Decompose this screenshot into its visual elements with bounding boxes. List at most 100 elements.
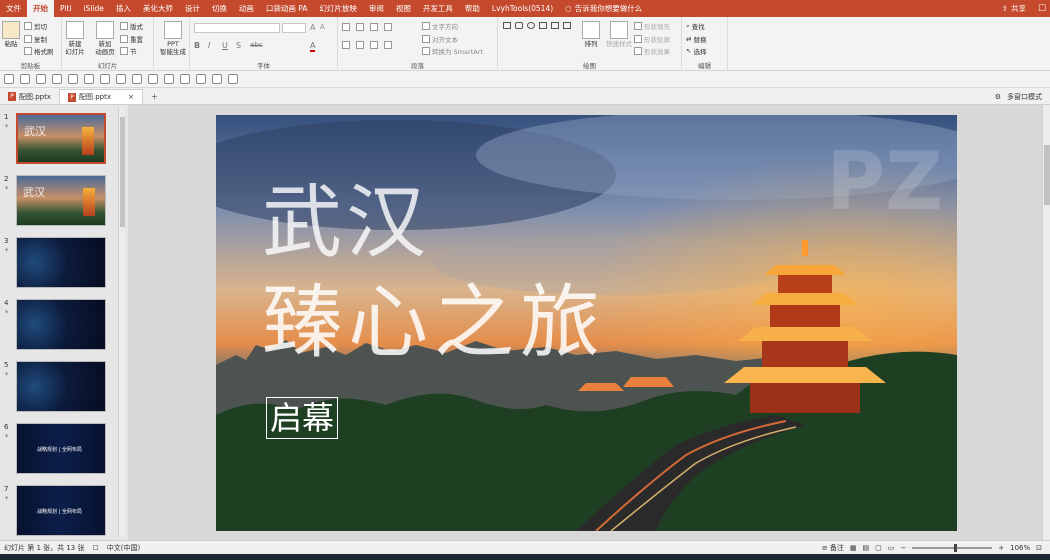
section-button[interactable]: 节 bbox=[120, 46, 137, 56]
zoom-in-icon[interactable]: + bbox=[998, 544, 1004, 552]
font-size-input[interactable] bbox=[282, 23, 306, 33]
distribute-icon[interactable] bbox=[116, 74, 126, 84]
redo-icon[interactable] bbox=[36, 74, 46, 84]
customize-qat-icon[interactable] bbox=[228, 74, 238, 84]
tab-developer[interactable]: 开发工具 bbox=[417, 0, 459, 17]
new-slide-button[interactable]: 新建 幻灯片 bbox=[64, 21, 86, 56]
ungroup-objects-icon[interactable] bbox=[148, 74, 158, 84]
format-painter-button[interactable]: 格式刷 bbox=[24, 46, 54, 56]
comments-icon[interactable]: ☐ bbox=[1034, 4, 1050, 14]
save-icon[interactable] bbox=[4, 74, 14, 84]
zoom-level[interactable]: 106% bbox=[1010, 544, 1030, 552]
zoom-slider-thumb[interactable] bbox=[954, 543, 958, 552]
align-center-objects-icon[interactable] bbox=[84, 74, 94, 84]
bold-button[interactable]: B bbox=[194, 41, 200, 50]
spellcheck-icon[interactable]: ☐ bbox=[93, 544, 99, 552]
flip-icon[interactable] bbox=[180, 74, 190, 84]
thumbnails-scroll-thumb[interactable] bbox=[120, 117, 125, 227]
shrink-font-button[interactable]: A bbox=[320, 23, 325, 31]
bullets-button[interactable] bbox=[342, 23, 350, 31]
align-right-objects-icon[interactable] bbox=[100, 74, 110, 84]
strikethrough-button[interactable]: abc bbox=[250, 41, 263, 49]
shape-effects-button[interactable]: 形状效果 bbox=[634, 46, 670, 56]
replace-button[interactable]: ⇄ 替换 bbox=[686, 34, 706, 44]
zoom-slider[interactable] bbox=[912, 543, 993, 552]
tab-islide[interactable]: iSlide bbox=[77, 0, 109, 17]
slide-thumbnail-5[interactable]: 5 * bbox=[3, 361, 113, 416]
tab-lvyhtools[interactable]: LvyhTools(0514) bbox=[486, 0, 559, 17]
close-tab-icon[interactable]: × bbox=[128, 93, 134, 101]
settings-icon[interactable]: ⚙ bbox=[995, 93, 1001, 101]
canvas-scroll-thumb[interactable] bbox=[1044, 145, 1050, 205]
slide-thumbnail-7[interactable]: 7 * 战略规划 | 全网布局 bbox=[3, 485, 113, 540]
rotate-icon[interactable] bbox=[164, 74, 174, 84]
ppt-smart-generate-button[interactable]: PPT 智能生成 bbox=[158, 21, 188, 56]
fit-slide-icon[interactable]: ⊡ bbox=[1036, 544, 1042, 552]
text-direction-button[interactable]: 文字方向 bbox=[422, 21, 458, 31]
justify-button[interactable] bbox=[384, 41, 392, 49]
tell-me-box[interactable]: ○ 告诉我你想要做什么 bbox=[565, 3, 642, 14]
tab-file[interactable]: 文件 bbox=[0, 0, 27, 17]
cut-button[interactable]: 剪切 bbox=[24, 21, 47, 31]
tab-beautify[interactable]: 美化大师 bbox=[137, 0, 179, 17]
paste-button[interactable]: 粘贴 bbox=[2, 21, 20, 48]
shapes-gallery[interactable] bbox=[502, 22, 572, 29]
multi-window-toggle[interactable]: 多窗口模式 bbox=[1007, 92, 1042, 102]
zoom-out-icon[interactable]: − bbox=[900, 544, 906, 552]
tab-animations[interactable]: 动画 bbox=[233, 0, 260, 17]
group-objects-icon[interactable] bbox=[132, 74, 142, 84]
reading-view-icon[interactable]: ▢ bbox=[875, 544, 882, 552]
arrange-button[interactable]: 排列 bbox=[582, 21, 600, 48]
find-button[interactable]: ⌕ 查找 bbox=[686, 21, 705, 32]
align-text-button[interactable]: 对齐文本 bbox=[422, 34, 458, 44]
grow-font-button[interactable]: A bbox=[310, 23, 315, 32]
language-indicator[interactable]: 中文(中国) bbox=[107, 543, 140, 553]
thumbnails-scrollbar[interactable] bbox=[118, 107, 125, 537]
convert-smartart-button[interactable]: 转换为 SmartArt bbox=[422, 46, 483, 56]
shadow-button[interactable]: S bbox=[236, 41, 241, 50]
underline-button[interactable]: U bbox=[222, 41, 228, 50]
tab-review[interactable]: 审阅 bbox=[363, 0, 390, 17]
tab-slideshow[interactable]: 幻灯片放映 bbox=[313, 0, 363, 17]
slide-subtitle-box[interactable]: 启幕 bbox=[266, 397, 339, 439]
slide-title-line-1[interactable]: 武汉 bbox=[262, 175, 430, 271]
tab-insert[interactable]: 插入 bbox=[110, 0, 137, 17]
start-slideshow-icon[interactable] bbox=[52, 74, 62, 84]
document-tab-1[interactable]: P 配图.pptx bbox=[0, 89, 59, 104]
slideshow-view-icon[interactable]: ▭ bbox=[888, 544, 895, 552]
normal-view-icon[interactable]: ▦ bbox=[850, 544, 857, 552]
layout-button[interactable]: 版式 bbox=[120, 21, 143, 31]
shape-fill-button[interactable]: 形状填充 bbox=[634, 21, 670, 31]
notes-button[interactable]: ≡ 备注 bbox=[822, 543, 844, 553]
decrease-indent-button[interactable] bbox=[370, 23, 378, 31]
font-name-input[interactable] bbox=[194, 23, 280, 33]
slide-thumbnail-3[interactable]: 3 * bbox=[3, 237, 113, 292]
new-tab-button[interactable]: ＋ bbox=[143, 89, 166, 104]
tab-transitions[interactable]: 切换 bbox=[206, 0, 233, 17]
document-tab-2[interactable]: P 配图.pptx × bbox=[59, 89, 143, 104]
reset-button[interactable]: 重置 bbox=[120, 34, 143, 44]
slide-thumbnail-2[interactable]: 2 * 武汉 bbox=[3, 175, 113, 230]
quick-styles-button[interactable]: 快速样式 bbox=[606, 21, 632, 48]
slide-thumbnail-4[interactable]: 4 * bbox=[3, 299, 113, 354]
font-color-button[interactable]: A bbox=[310, 41, 316, 52]
current-slide[interactable]: PZ 武汉 臻心之旅 启幕 bbox=[216, 115, 957, 531]
crop-icon[interactable] bbox=[212, 74, 222, 84]
numbering-button[interactable] bbox=[356, 23, 364, 31]
increase-indent-button[interactable] bbox=[384, 23, 392, 31]
tab-home[interactable]: 开始 bbox=[27, 0, 54, 17]
tab-piti[interactable]: Piti bbox=[54, 0, 77, 17]
italic-button[interactable]: I bbox=[208, 41, 210, 50]
shape-outline-button[interactable]: 形状轮廓 bbox=[634, 34, 670, 44]
tab-design[interactable]: 设计 bbox=[179, 0, 206, 17]
copy-button[interactable]: 复制 bbox=[24, 34, 47, 44]
tab-pocket-animation[interactable]: 口袋动画 PA bbox=[260, 0, 314, 17]
tab-view[interactable]: 视图 bbox=[390, 0, 417, 17]
align-left-button[interactable] bbox=[342, 41, 350, 49]
align-center-button[interactable] bbox=[356, 41, 364, 49]
eyedropper-icon[interactable] bbox=[196, 74, 206, 84]
select-button[interactable]: ↖ 选择 bbox=[686, 46, 706, 56]
tab-help[interactable]: 帮助 bbox=[459, 0, 486, 17]
share-button[interactable]: ⇧ 共享 bbox=[994, 3, 1034, 14]
slide-sorter-icon[interactable]: ▤ bbox=[862, 544, 869, 552]
